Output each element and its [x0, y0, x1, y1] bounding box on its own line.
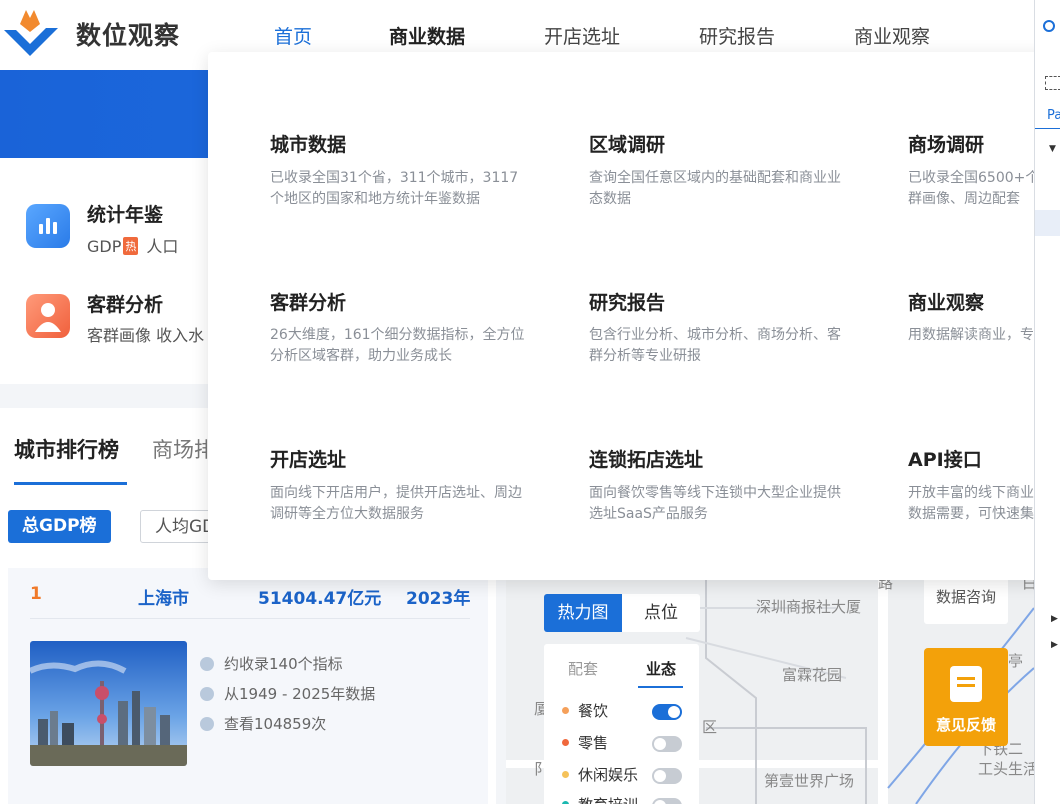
tab-active-indicator: [638, 686, 683, 688]
eye-icon: [200, 717, 214, 731]
stat-views: 查看104859次: [200, 713, 326, 734]
layer-item-dining: 餐饮: [562, 700, 608, 721]
rank-number: 1: [30, 584, 42, 604]
nav-home[interactable]: 首页: [274, 22, 312, 49]
service-link-gdp[interactable]: GDP: [87, 237, 121, 256]
layer-item-leisure: 休闲娱乐: [562, 764, 638, 785]
menu-item-chain-site-selection[interactable]: 连锁拓店选址: [589, 445, 703, 472]
pill-total-gdp[interactable]: 总GDP榜: [8, 510, 111, 543]
menu-desc: 查询全国任意区域内的基础配套和商业业态数据: [589, 170, 841, 207]
menu-item-mall-research[interactable]: 商场调研: [908, 130, 984, 157]
service-link-population[interactable]: 人口: [146, 237, 178, 256]
info-icon: [200, 657, 214, 671]
heatmap-button[interactable]: 热力图: [544, 594, 622, 632]
expand-arrow-icon[interactable]: ▼: [1049, 144, 1056, 154]
service-title-yearbook[interactable]: 统计年鉴: [87, 200, 163, 227]
logo-icon[interactable]: [0, 4, 60, 62]
menu-item-area-research[interactable]: 区域调研: [589, 130, 665, 157]
stat-year-range: 从1949 - 2025年数据: [200, 683, 375, 704]
tab-city-ranking[interactable]: 城市排行榜: [14, 434, 119, 464]
feedback-label: 意见反馈: [935, 716, 996, 734]
dot-icon: [562, 707, 569, 714]
devtools-tab-indicator: [1035, 128, 1060, 129]
dot-icon: [562, 739, 569, 746]
service-title-customer[interactable]: 客群分析: [87, 290, 163, 317]
chart-icon: [26, 204, 70, 248]
points-button[interactable]: 点位: [622, 594, 700, 632]
tab-facilities[interactable]: 配套: [568, 658, 598, 679]
nav-business-data[interactable]: 商业数据: [389, 22, 465, 49]
tab-business-type[interactable]: 业态: [646, 658, 676, 679]
nav-business-observation[interactable]: 商业观察: [854, 22, 930, 49]
map-label: 工头生活: [978, 760, 1034, 778]
search-icon[interactable]: [1043, 20, 1055, 32]
user-icon: [26, 294, 70, 338]
collapse-arrow-icon[interactable]: ▶: [1051, 614, 1058, 624]
business-data-dropdown: 城市数据 已收录全国31个省，311个城市，3117个地区的国家和地方统计年鉴数…: [208, 52, 1060, 580]
note-icon: [950, 666, 982, 702]
dot-icon: [562, 771, 569, 778]
tab-mall-ranking[interactable]: 商场排: [152, 434, 215, 464]
clock-icon: [200, 687, 214, 701]
heatmap-map[interactable]: 深圳商报社大厦 富霖花园 区 第壹世界广场 亭 工头生活 下铁二 路 厦 阝 白…: [506, 548, 1034, 804]
hot-badge: 热: [123, 237, 139, 255]
layer-panel: 配套 业态 餐饮 零售 休闲娱乐 教育培训: [544, 644, 699, 804]
toggle-education[interactable]: [652, 798, 682, 804]
map-label: 第壹世界广场: [764, 772, 855, 790]
menu-item-research-reports[interactable]: 研究报告: [589, 288, 665, 315]
layer-item-education: 教育培训: [562, 794, 638, 804]
menu-item-site-selection[interactable]: 开店选址: [270, 445, 346, 472]
ranking-card[interactable]: 1 上海市 51404.47亿元 2023年 约收录140个指标 从1949 -…: [8, 568, 488, 804]
city-skyline-image[interactable]: [30, 641, 187, 766]
inspect-icon[interactable]: [1045, 76, 1060, 90]
rank-gdp-value: 51404.47亿元: [258, 589, 382, 609]
map-label: 深圳商报社大厦: [756, 598, 862, 616]
menu-item-city-data[interactable]: 城市数据: [270, 130, 346, 157]
nav-research-reports[interactable]: 研究报告: [699, 22, 775, 49]
toggle-retail[interactable]: [652, 736, 682, 752]
service-sub-yearbook: GDP 热人口: [87, 233, 178, 257]
toggle-leisure[interactable]: [652, 768, 682, 784]
menu-desc: 面向线下开店用户，提供开店选址、周边调研等全方位大数据服务: [270, 485, 522, 522]
rank-year: 2023年: [406, 589, 471, 609]
service-sub-customer[interactable]: 客群画像 收入水: [87, 322, 204, 346]
menu-item-business-observation[interactable]: 商业观察: [908, 288, 984, 315]
rank-city[interactable]: 上海市: [138, 584, 189, 609]
devtools-panel: Pa ▼ ▶ ▶: [1034, 0, 1060, 804]
devtools-tab-label[interactable]: Pa: [1047, 108, 1060, 123]
stat-indicators: 约收录140个指标: [200, 653, 343, 674]
nav-site-selection[interactable]: 开店选址: [544, 22, 620, 49]
devtools-selected-row[interactable]: [1035, 210, 1060, 236]
menu-desc: 包含行业分析、城市分析、商场分析、客群分析等专业研报: [589, 327, 841, 364]
menu-desc: 26大维度，161个细分数据指标，全方位分析区域客群，助力业务成长: [270, 327, 525, 364]
layer-item-retail: 零售: [562, 732, 608, 753]
feedback-button[interactable]: 意见反馈: [924, 648, 1008, 746]
toggle-dining[interactable]: [652, 704, 682, 720]
map-label: 富霖花园: [782, 666, 843, 684]
tab-active-indicator: [14, 482, 127, 485]
page: 数位观察 首页 商业数据 开店选址 研究报告 商业观察 统计年鉴 GDP 热人口 …: [0, 0, 1060, 804]
map-label: 区: [702, 718, 718, 736]
brand-name[interactable]: 数位观察: [76, 16, 180, 52]
menu-item-api[interactable]: API接口: [908, 445, 982, 472]
map-label: 亭: [1008, 652, 1024, 670]
divider: [30, 618, 470, 619]
collapse-arrow-icon[interactable]: ▶: [1051, 640, 1058, 650]
menu-desc: 面向餐饮零售等线下连锁中大型企业提供选址SaaS产品服务: [589, 485, 841, 522]
menu-desc: 已收录全国31个省，311个城市，3117个地区的国家和地方统计年鉴数据: [270, 170, 519, 207]
menu-item-customer-analysis[interactable]: 客群分析: [270, 288, 346, 315]
